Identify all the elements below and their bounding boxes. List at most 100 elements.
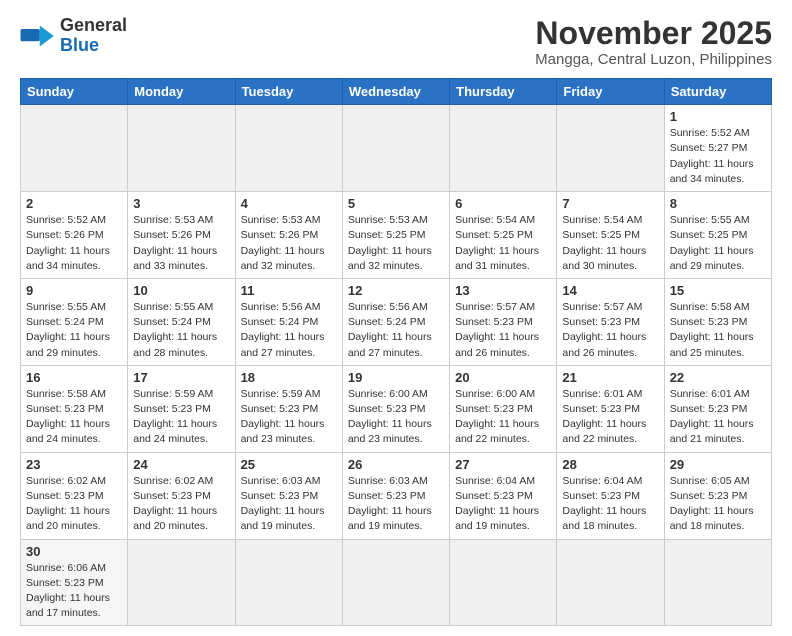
day-info: Sunrise: 6:03 AMSunset: 5:23 PMDaylight:… <box>348 474 444 535</box>
day-info: Sunrise: 6:04 AMSunset: 5:23 PMDaylight:… <box>455 474 551 535</box>
calendar-cell-w3d1: 17Sunrise: 5:59 AMSunset: 5:23 PMDayligh… <box>128 365 235 452</box>
day-number: 25 <box>241 457 337 472</box>
title-area: November 2025 Mangga, Central Luzon, Phi… <box>535 16 772 68</box>
day-number: 27 <box>455 457 551 472</box>
day-info: Sunrise: 6:01 AMSunset: 5:23 PMDaylight:… <box>562 387 658 448</box>
day-info: Sunrise: 6:06 AMSunset: 5:23 PMDaylight:… <box>26 561 122 622</box>
calendar-cell-w3d0: 16 Sunrise: 5:58 AMSunset: 5:23 PMDayligh… <box>21 365 128 452</box>
day-number: 12 <box>348 283 444 298</box>
day-info: Sunrise: 5:54 AMSunset: 5:25 PMDaylight:… <box>562 213 658 274</box>
day-info: Sunrise: 5:58 AMSunset: 5:23 PMDaylight:… <box>670 300 766 361</box>
day-number: 18 <box>241 370 337 385</box>
day-number: 30 <box>26 544 122 559</box>
calendar-cell-w0d6: 1 Sunrise: 5:52 AMSunset: 5:27 PMDaylight… <box>664 105 771 192</box>
day-number: 11 <box>241 283 337 298</box>
calendar-cell-w2d4: 13 Sunrise: 5:57 AMSunset: 5:23 PMDayligh… <box>450 278 557 365</box>
calendar-cell-w4d1: 24 Sunrise: 6:02 AMSunset: 5:23 PMDayligh… <box>128 452 235 539</box>
day-number: 4 <box>241 196 337 211</box>
day-info: Sunrise: 5:56 AMSunset: 5:24 PMDaylight:… <box>241 300 337 361</box>
day-info: Sunrise: 6:00 AMSunset: 5:23 PMDaylight:… <box>455 387 551 448</box>
calendar-cell-w2d2: 11 Sunrise: 5:56 AMSunset: 5:24 PMDayligh… <box>235 278 342 365</box>
weekday-header-wednesday: Wednesday <box>342 79 449 105</box>
day-number: 3 <box>133 196 229 211</box>
day-number: 14 <box>562 283 658 298</box>
day-number: 20 <box>455 370 551 385</box>
day-number: 26 <box>348 457 444 472</box>
calendar-cell-w2d6: 15Sunrise: 5:58 AMSunset: 5:23 PMDayligh… <box>664 278 771 365</box>
day-number: 9 <box>26 283 122 298</box>
day-info: Sunrise: 5:54 AMSunset: 5:25 PMDaylight:… <box>455 213 551 274</box>
calendar-cell-w5d4 <box>450 539 557 626</box>
calendar-cell-w1d2: 4 Sunrise: 5:53 AMSunset: 5:26 PMDaylight… <box>235 192 342 279</box>
header: General Blue November 2025 Mangga, Centr… <box>20 16 772 68</box>
calendar-cell-w1d1: 3 Sunrise: 5:53 AMSunset: 5:26 PMDaylight… <box>128 192 235 279</box>
calendar-cell-w4d0: 23 Sunrise: 6:02 AMSunset: 5:23 PMDayligh… <box>21 452 128 539</box>
day-info: Sunrise: 5:53 AMSunset: 5:26 PMDaylight:… <box>133 213 229 274</box>
calendar-cell-w3d2: 18 Sunrise: 5:59 AMSunset: 5:23 PMDayligh… <box>235 365 342 452</box>
day-info: Sunrise: 5:52 AMSunset: 5:26 PMDaylight:… <box>26 213 122 274</box>
page: General Blue November 2025 Mangga, Centr… <box>0 0 792 636</box>
day-number: 16 <box>26 370 122 385</box>
calendar-cell-w5d1 <box>128 539 235 626</box>
day-info: Sunrise: 5:53 AMSunset: 5:26 PMDaylight:… <box>241 213 337 274</box>
day-info: Sunrise: 5:53 AMSunset: 5:25 PMDaylight:… <box>348 213 444 274</box>
logo-icon <box>20 22 56 50</box>
day-info: Sunrise: 5:55 AMSunset: 5:24 PMDaylight:… <box>133 300 229 361</box>
day-info: Sunrise: 6:03 AMSunset: 5:23 PMDaylight:… <box>241 474 337 535</box>
calendar-cell-w2d0: 9 Sunrise: 5:55 AMSunset: 5:24 PMDaylight… <box>21 278 128 365</box>
day-info: Sunrise: 5:57 AMSunset: 5:23 PMDaylight:… <box>455 300 551 361</box>
calendar-cell-w1d5: 7 Sunrise: 5:54 AMSunset: 5:25 PMDaylight… <box>557 192 664 279</box>
calendar-cell-w2d1: 10Sunrise: 5:55 AMSunset: 5:24 PMDayligh… <box>128 278 235 365</box>
day-info: Sunrise: 5:55 AMSunset: 5:25 PMDaylight:… <box>670 213 766 274</box>
calendar-cell-w0d5 <box>557 105 664 192</box>
day-info: Sunrise: 5:59 AMSunset: 5:23 PMDaylight:… <box>241 387 337 448</box>
day-number: 28 <box>562 457 658 472</box>
day-info: Sunrise: 6:00 AMSunset: 5:23 PMDaylight:… <box>348 387 444 448</box>
logo: General Blue <box>20 16 127 56</box>
calendar-cell-w0d2 <box>235 105 342 192</box>
day-info: Sunrise: 5:58 AMSunset: 5:23 PMDaylight:… <box>26 387 122 448</box>
day-info: Sunrise: 5:52 AMSunset: 5:27 PMDaylight:… <box>670 126 766 187</box>
calendar-cell-w3d3: 19 Sunrise: 6:00 AMSunset: 5:23 PMDayligh… <box>342 365 449 452</box>
calendar-cell-w5d3 <box>342 539 449 626</box>
day-info: Sunrise: 6:01 AMSunset: 5:23 PMDaylight:… <box>670 387 766 448</box>
day-number: 5 <box>348 196 444 211</box>
day-info: Sunrise: 5:55 AMSunset: 5:24 PMDaylight:… <box>26 300 122 361</box>
weekday-header-thursday: Thursday <box>450 79 557 105</box>
calendar-cell-w3d6: 22Sunrise: 6:01 AMSunset: 5:23 PMDayligh… <box>664 365 771 452</box>
weekday-header-monday: Monday <box>128 79 235 105</box>
weekday-header-sunday: Sunday <box>21 79 128 105</box>
day-number: 24 <box>133 457 229 472</box>
day-number: 19 <box>348 370 444 385</box>
day-number: 21 <box>562 370 658 385</box>
calendar-cell-w0d3 <box>342 105 449 192</box>
day-number: 13 <box>455 283 551 298</box>
main-title: November 2025 <box>535 16 772 51</box>
day-info: Sunrise: 6:02 AMSunset: 5:23 PMDaylight:… <box>26 474 122 535</box>
calendar-cell-w1d0: 2 Sunrise: 5:52 AMSunset: 5:26 PMDaylight… <box>21 192 128 279</box>
day-info: Sunrise: 6:04 AMSunset: 5:23 PMDaylight:… <box>562 474 658 535</box>
day-number: 23 <box>26 457 122 472</box>
day-number: 1 <box>670 109 766 124</box>
subtitle: Mangga, Central Luzon, Philippines <box>535 51 772 68</box>
calendar-cell-w5d2 <box>235 539 342 626</box>
calendar-cell-w0d0 <box>21 105 128 192</box>
calendar-cell-w1d4: 6 Sunrise: 5:54 AMSunset: 5:25 PMDaylight… <box>450 192 557 279</box>
calendar-cell-w2d3: 12Sunrise: 5:56 AMSunset: 5:24 PMDayligh… <box>342 278 449 365</box>
calendar: SundayMondayTuesdayWednesdayThursdayFrid… <box>20 78 772 626</box>
calendar-cell-w5d5 <box>557 539 664 626</box>
calendar-cell-w4d5: 28 Sunrise: 6:04 AMSunset: 5:23 PMDayligh… <box>557 452 664 539</box>
weekday-header-friday: Friday <box>557 79 664 105</box>
day-number: 6 <box>455 196 551 211</box>
day-info: Sunrise: 5:59 AMSunset: 5:23 PMDaylight:… <box>133 387 229 448</box>
day-info: Sunrise: 6:05 AMSunset: 5:23 PMDaylight:… <box>670 474 766 535</box>
weekday-header-tuesday: Tuesday <box>235 79 342 105</box>
day-number: 7 <box>562 196 658 211</box>
day-info: Sunrise: 6:02 AMSunset: 5:23 PMDaylight:… <box>133 474 229 535</box>
calendar-cell-w3d4: 20 Sunrise: 6:00 AMSunset: 5:23 PMDayligh… <box>450 365 557 452</box>
calendar-cell-w0d1 <box>128 105 235 192</box>
calendar-cell-w1d6: 8Sunrise: 5:55 AMSunset: 5:25 PMDaylight… <box>664 192 771 279</box>
calendar-cell-w5d0: 30 Sunrise: 6:06 AMSunset: 5:23 PMDayligh… <box>21 539 128 626</box>
logo-text: General Blue <box>60 16 127 56</box>
day-number: 2 <box>26 196 122 211</box>
